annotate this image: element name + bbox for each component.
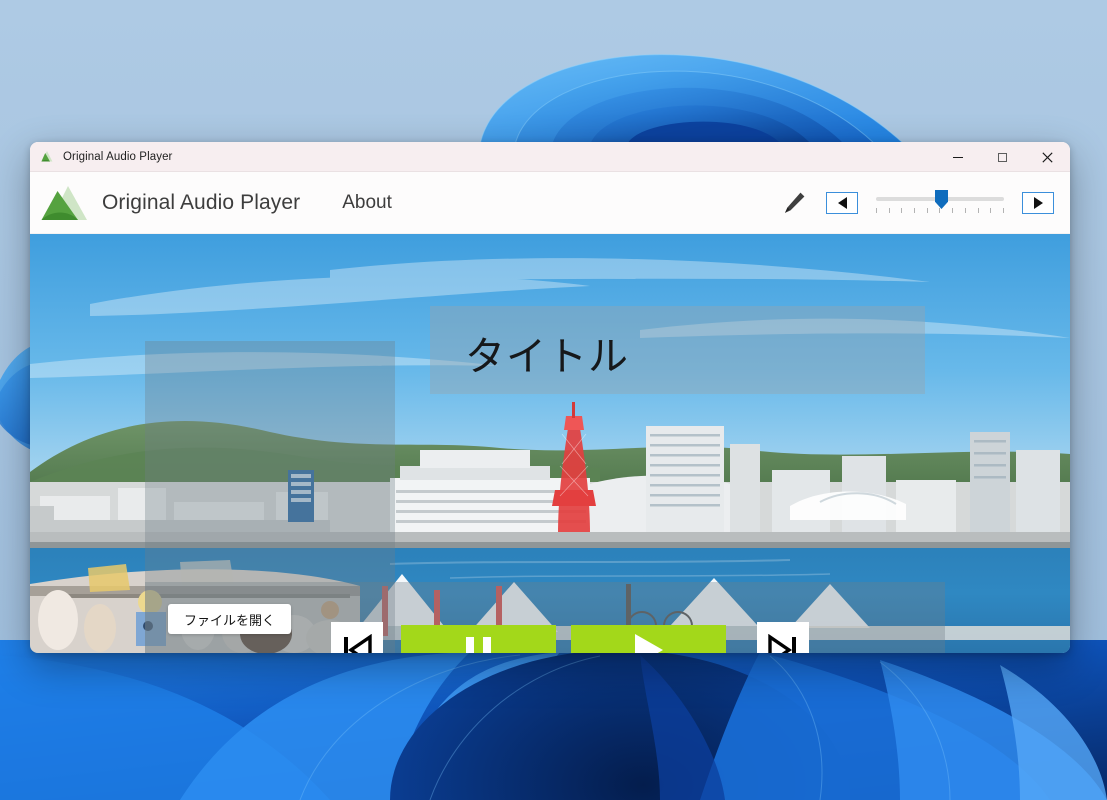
- speed-increase-button[interactable]: [1022, 192, 1054, 214]
- next-track-button[interactable]: [757, 622, 809, 653]
- app-header-bar: Original Audio Player About: [30, 172, 1070, 234]
- titlebar-left: Original Audio Player: [30, 150, 173, 163]
- minimize-icon: [952, 156, 963, 158]
- triangle-left-icon: [837, 197, 847, 209]
- appbar-controls: [780, 172, 1054, 234]
- brand-block: Original Audio Player: [30, 182, 300, 224]
- media-title: タイトル: [465, 334, 629, 380]
- skip-next-icon: [768, 633, 796, 653]
- speed-decrease-button[interactable]: [826, 192, 858, 214]
- pause-icon: [466, 637, 491, 653]
- minimize-button[interactable]: [935, 142, 980, 172]
- app-window: Original Audio Player Original Audio Pla…: [30, 142, 1070, 653]
- play-icon: [634, 634, 663, 653]
- media-stage[interactable]: タイトル ファイルを開く: [30, 234, 1070, 653]
- close-button[interactable]: [1025, 142, 1070, 172]
- titlebar-title: Original Audio Player: [63, 150, 173, 163]
- maximize-icon: [998, 152, 1007, 162]
- pause-button[interactable]: [401, 625, 556, 653]
- nav-item-about[interactable]: About: [342, 192, 392, 214]
- previous-track-button[interactable]: [331, 622, 383, 653]
- window-controls: [935, 142, 1070, 172]
- maximize-button[interactable]: [980, 142, 1025, 172]
- play-button[interactable]: [571, 625, 726, 653]
- desktop: Original Audio Player Original Audio Pla…: [0, 0, 1107, 800]
- mountain-logo-icon: [40, 182, 90, 224]
- slider-thumb[interactable]: [935, 190, 948, 209]
- pencil-icon[interactable]: [780, 189, 808, 217]
- open-file-button[interactable]: ファイルを開く: [168, 604, 291, 634]
- app-title: Original Audio Player: [102, 190, 301, 214]
- speed-slider[interactable]: [876, 188, 1004, 218]
- app-icon-mountain-logo-icon: [41, 151, 53, 162]
- window-titlebar[interactable]: Original Audio Player: [30, 142, 1070, 172]
- triangle-right-icon: [1033, 197, 1043, 209]
- slider-ticks: [876, 208, 1004, 214]
- close-icon: [1042, 151, 1053, 163]
- skip-previous-icon: [344, 633, 372, 653]
